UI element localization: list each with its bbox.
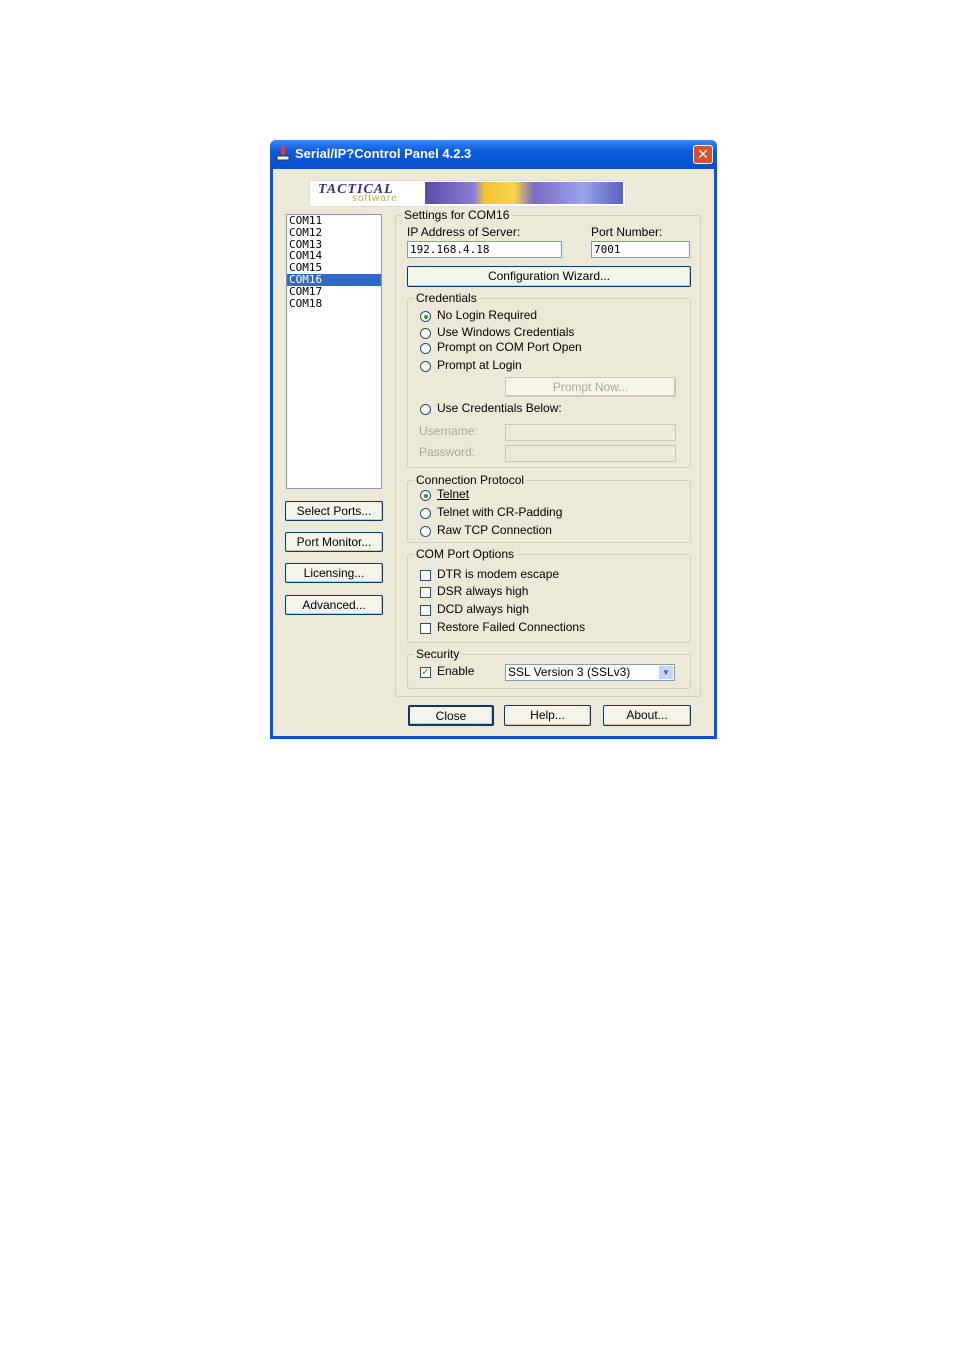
dcd-always-high-label[interactable]: DCD always high: [437, 602, 529, 616]
telnet-cr-padding-label[interactable]: Telnet with CR-Padding: [437, 505, 562, 519]
no-login-required-label[interactable]: No Login Required: [437, 308, 537, 322]
use-credentials-below-radio[interactable]: [420, 404, 431, 415]
connection-protocol-group-label: Connection Protocol: [414, 473, 527, 487]
prompt-com-open-label[interactable]: Prompt on COM Port Open: [437, 340, 582, 354]
com-port-options-group-label: COM Port Options: [414, 547, 517, 561]
port-list-item[interactable]: COM17: [287, 285, 381, 298]
enable-ssl-checkbox[interactable]: ✓: [420, 667, 431, 678]
raw-tcp-radio[interactable]: [420, 526, 431, 537]
raw-tcp-label[interactable]: Raw TCP Connection: [437, 523, 552, 537]
restore-failed-connections-checkbox[interactable]: [420, 623, 431, 634]
close-icon: ✕: [697, 147, 709, 163]
windows-credentials-label[interactable]: Use Windows Credentials: [437, 325, 574, 339]
ip-address-label: IP Address of Server:: [407, 225, 521, 239]
close-button[interactable]: Close: [408, 705, 494, 726]
configuration-wizard-button[interactable]: Configuration Wizard...: [407, 266, 691, 287]
port-list-item[interactable]: COM18: [287, 297, 381, 310]
select-ports-button[interactable]: Select Ports...: [285, 501, 383, 521]
port-number-label: Port Number:: [591, 225, 663, 239]
dcd-always-high-checkbox[interactable]: [420, 605, 431, 616]
settings-group-label: Settings for COM16: [402, 208, 512, 222]
logo-banner-graphic: [425, 182, 623, 204]
password-input[interactable]: [505, 445, 676, 462]
enable-ssl-label[interactable]: Enable: [437, 664, 474, 678]
checkmark-icon: ✓: [421, 667, 430, 678]
ip-address-input[interactable]: 192.168.4.18: [407, 241, 562, 258]
no-login-required-radio[interactable]: [420, 311, 431, 322]
port-monitor-button[interactable]: Port Monitor...: [285, 532, 383, 552]
help-button[interactable]: Help...: [504, 705, 591, 726]
credentials-group-label: Credentials: [414, 291, 479, 305]
ssl-version-select[interactable]: SSL Version 3 (SSLv3) ▼: [505, 664, 675, 681]
dsr-always-high-label[interactable]: DSR always high: [437, 584, 528, 598]
logo-sub-text: software: [352, 193, 398, 204]
prompt-at-login-label[interactable]: Prompt at Login: [437, 358, 522, 372]
windows-credentials-radio[interactable]: [420, 328, 431, 339]
use-credentials-below-label[interactable]: Use Credentials Below:: [437, 401, 562, 415]
window-title: Serial/IP?Control Panel 4.2.3: [295, 146, 472, 161]
restore-failed-connections-label[interactable]: Restore Failed Connections: [437, 620, 585, 634]
control-panel-window: Serial/IP?Control Panel 4.2.3 ✕ TACTICAL…: [270, 140, 717, 739]
port-number-input[interactable]: 7001: [591, 241, 690, 258]
serial-ip-app-icon: [276, 146, 290, 161]
licensing-button[interactable]: Licensing...: [285, 563, 383, 583]
ssl-version-value: SSL Version 3 (SSLv3): [508, 665, 631, 679]
dtr-modem-escape-label[interactable]: DTR is modem escape: [437, 567, 559, 581]
prompt-com-open-radio[interactable]: [420, 343, 431, 354]
prompt-at-login-radio[interactable]: [420, 361, 431, 372]
window-client-area: TACTICAL software COM11 COM12 COM13 COM1…: [273, 169, 714, 736]
telnet-radio[interactable]: [420, 490, 431, 501]
prompt-now-button[interactable]: Prompt Now...: [505, 377, 676, 397]
port-list-item[interactable]: COM12: [287, 226, 381, 239]
port-list-item-selected[interactable]: COM16: [287, 274, 381, 286]
password-label: Password:: [419, 445, 476, 459]
dtr-modem-escape-checkbox[interactable]: [420, 570, 431, 581]
com-port-list[interactable]: COM11 COM12 COM13 COM14 COM15 COM16 COM1…: [286, 214, 382, 489]
security-group-label: Security: [414, 647, 462, 661]
advanced-button[interactable]: Advanced...: [285, 595, 383, 615]
username-input[interactable]: [505, 424, 676, 441]
close-window-button[interactable]: ✕: [693, 145, 713, 164]
title-bar[interactable]: Serial/IP?Control Panel 4.2.3 ✕: [270, 140, 717, 168]
telnet-label[interactable]: Telnet: [437, 487, 469, 501]
dsr-always-high-checkbox[interactable]: [420, 587, 431, 598]
telnet-cr-padding-radio[interactable]: [420, 508, 431, 519]
chevron-down-icon[interactable]: ▼: [659, 666, 673, 679]
username-label: Username:: [419, 424, 478, 438]
tactical-software-logo: TACTICAL software: [309, 180, 626, 207]
about-button[interactable]: About...: [603, 705, 691, 726]
